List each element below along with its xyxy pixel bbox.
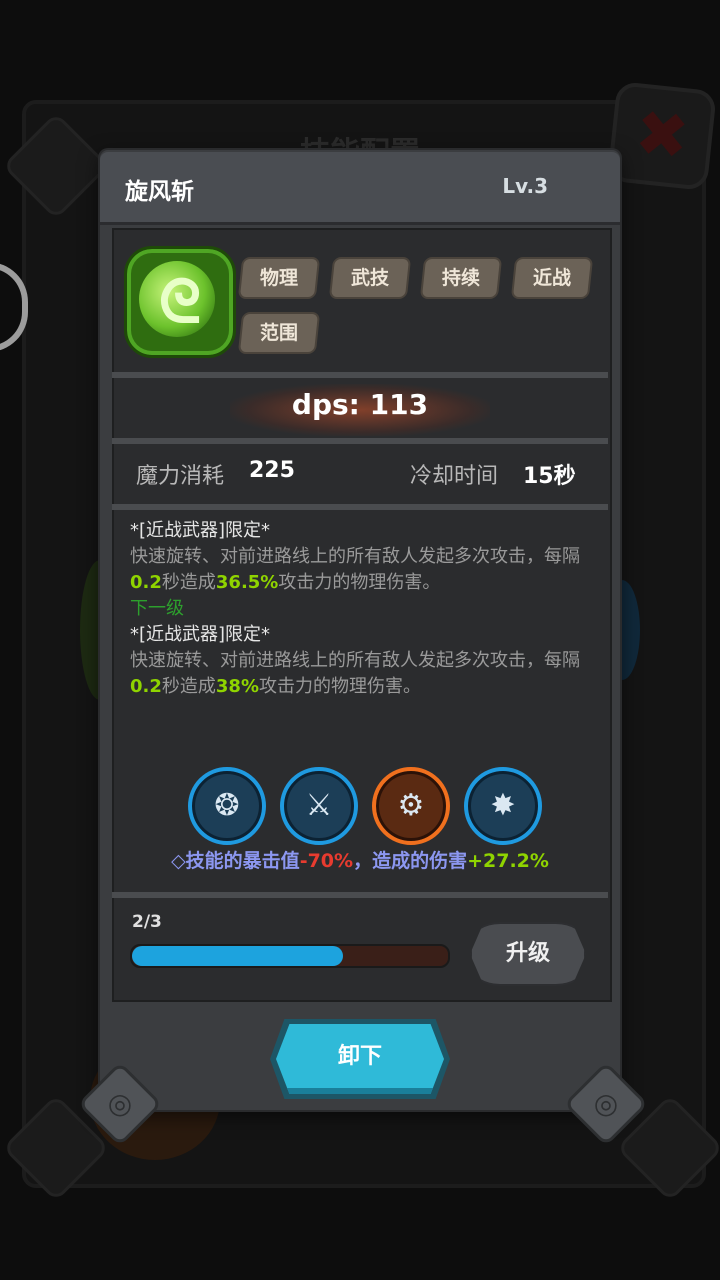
upgrade-progress-label: 2/3 — [132, 912, 162, 932]
upgrade-button[interactable]: 升级 — [470, 922, 586, 986]
skill-level: Lv.3 — [502, 174, 548, 198]
next-description-text: 快速旋转、对前进路线上的所有敌人发起多次攻击，每隔0.2秒造成38%攻击力的物理… — [130, 650, 580, 697]
divider — [112, 504, 608, 510]
weapon-restriction: *[近战武器]限定* — [130, 520, 271, 541]
mana-cost-value: 225 — [249, 458, 295, 483]
weapon-restriction: *[近战武器]限定* — [130, 624, 271, 645]
unload-button[interactable]: 卸下 — [276, 1024, 444, 1094]
talent-bonus-text: ◇技能的暴击值-70%，造成的伤害+27.2% — [171, 850, 549, 872]
burst-crater-icon[interactable]: ❂ — [188, 767, 266, 845]
background-close-button: ✖ — [607, 81, 717, 191]
tag-physical: 物理 — [237, 257, 321, 299]
dialog-title-bar: 旋风斩 Lv.3 — [100, 152, 620, 225]
slash-swirl-icon[interactable]: ⚔ — [280, 767, 358, 845]
tag-martial: 武技 — [328, 257, 412, 299]
next-level-label: 下一级 — [130, 598, 184, 619]
upgrade-progress-bar — [130, 944, 450, 968]
sword-cog-icon[interactable]: ⚙ — [372, 767, 450, 845]
mana-cost-label: 魔力消耗 — [136, 464, 225, 489]
close-icon: ✖ — [631, 96, 693, 176]
divider — [112, 372, 608, 378]
description-text: 快速旋转、对前进路线上的所有敌人发起多次攻击，每隔0.2秒造成36.5%攻击力的… — [130, 546, 580, 593]
whirlwind-icon: ᘓ — [124, 246, 236, 358]
cooldown-label: 冷却时间 — [410, 464, 499, 489]
current-description: *[近战武器]限定* 快速旋转、对前进路线上的所有敌人发起多次攻击，每隔0.2秒… — [130, 518, 600, 700]
tag-area: 范围 — [237, 312, 321, 354]
swirl-glyph: ᘓ — [158, 267, 202, 337]
progress-fill — [132, 946, 343, 966]
skill-name: 旋风斩 — [125, 179, 194, 205]
divider — [112, 438, 608, 444]
tag-melee: 近战 — [510, 257, 594, 299]
tag-sustained: 持续 — [419, 257, 503, 299]
dps-value: dps: 113 — [291, 388, 429, 421]
divider — [112, 892, 608, 898]
cooldown-value: 15秒 — [523, 464, 576, 489]
ground-impact-icon[interactable]: ✸ — [464, 767, 542, 845]
